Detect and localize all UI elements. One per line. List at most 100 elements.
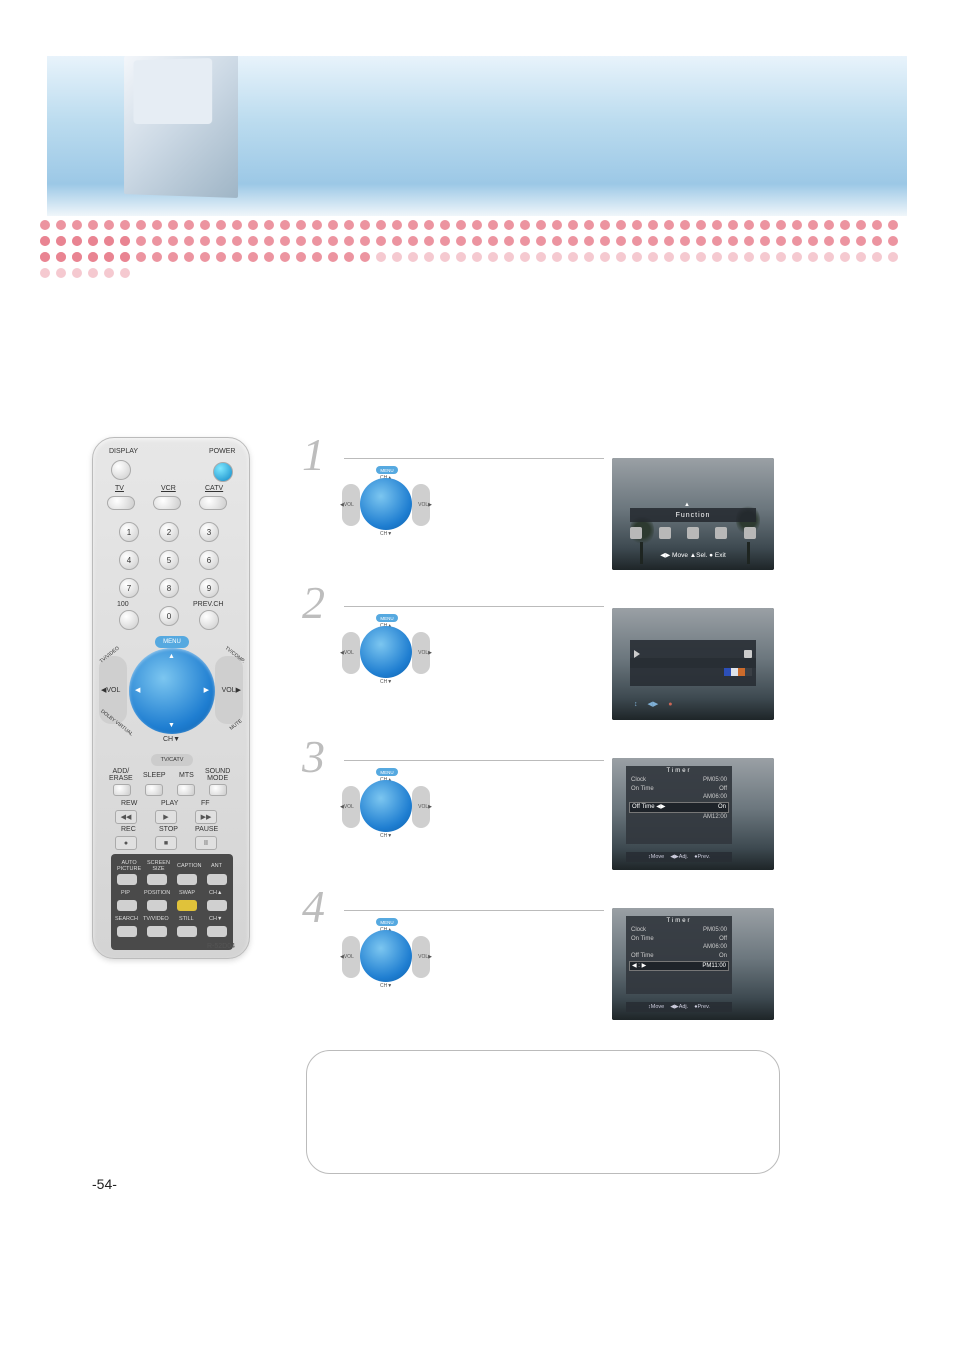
num-6[interactable]: 6 — [199, 550, 219, 570]
mini-voll: ◀VOL — [340, 502, 354, 508]
dot — [616, 252, 626, 262]
dot — [424, 236, 434, 246]
footer-adj: ◀▶Adj. — [670, 854, 688, 860]
label-play: PLAY — [161, 800, 178, 807]
mini-pad-icon — [360, 626, 412, 678]
dot — [856, 236, 866, 246]
osd-title: Function — [630, 508, 756, 522]
tvvideo-button[interactable] — [147, 926, 167, 937]
play-button[interactable]: ▶ — [155, 810, 177, 824]
stop-button[interactable]: ■ — [155, 836, 177, 850]
dot — [584, 252, 594, 262]
ch-down-button[interactable] — [207, 926, 227, 937]
label-still: STILL — [179, 916, 194, 922]
dot — [88, 252, 98, 262]
dot — [488, 220, 498, 230]
swap-button[interactable] — [177, 900, 197, 911]
mts-button[interactable] — [177, 784, 195, 796]
menu-button[interactable]: MENU — [155, 636, 189, 648]
catv-mode-button[interactable] — [199, 496, 227, 510]
dot — [712, 220, 722, 230]
ff-button[interactable]: ▶▶ — [195, 810, 217, 824]
num-2[interactable]: 2 — [159, 522, 179, 542]
dot — [280, 220, 290, 230]
dot — [88, 268, 98, 278]
nav-pad[interactable]: ▲ ▼ ◀ ▶ — [129, 648, 215, 734]
dot — [888, 220, 898, 230]
tv-mode-button[interactable] — [107, 496, 135, 510]
dot — [40, 252, 50, 262]
dot — [776, 252, 786, 262]
num-0[interactable]: 0 — [159, 606, 179, 626]
num-3[interactable]: 3 — [199, 522, 219, 542]
osd-setup-icon — [744, 527, 756, 539]
step-number-3: 3 — [302, 730, 325, 783]
num-1[interactable]: 1 — [119, 522, 139, 542]
ant-button[interactable] — [207, 874, 227, 885]
still-button[interactable] — [177, 926, 197, 937]
dot — [600, 220, 610, 230]
label-pause: PAUSE — [195, 826, 218, 833]
dot — [648, 236, 658, 246]
menu-row-value: Off — [719, 935, 727, 944]
dot — [872, 236, 882, 246]
rec-button[interactable]: ● — [115, 836, 137, 850]
dot — [408, 220, 418, 230]
dot — [408, 252, 418, 262]
search-button[interactable] — [117, 926, 137, 937]
num-4[interactable]: 4 — [119, 550, 139, 570]
vcr-mode-button[interactable] — [153, 496, 181, 510]
caption-button[interactable] — [177, 874, 197, 885]
num-9[interactable]: 9 — [199, 578, 219, 598]
dot — [568, 252, 578, 262]
dot — [248, 220, 258, 230]
pip-button[interactable] — [117, 900, 137, 911]
hundred-button[interactable] — [119, 610, 139, 630]
dot — [456, 252, 466, 262]
footer-move: ↕Move — [648, 854, 664, 860]
prevch-button[interactable] — [199, 610, 219, 630]
dot — [264, 220, 274, 230]
sound-mode-button[interactable] — [209, 784, 227, 796]
dot — [72, 268, 82, 278]
screen-size-button[interactable] — [147, 874, 167, 885]
dot — [280, 252, 290, 262]
label-sleep: SLEEP — [143, 772, 166, 779]
remote-bottom-panel: AUTO PICTURE SCREEN SIZE CAPTION ANT PIP… — [111, 854, 233, 950]
dot — [472, 236, 482, 246]
menu-row-value: PM05:00 — [703, 926, 727, 935]
label-rew: REW — [121, 800, 137, 807]
rew-button[interactable]: ◀◀ — [115, 810, 137, 824]
osd-footer: ◀▶ Move ▲Sel. ● Exit — [622, 546, 764, 564]
dot — [392, 252, 402, 262]
dot — [696, 252, 706, 262]
dot — [40, 268, 50, 278]
dot — [520, 252, 530, 262]
label-cha-bb: CH▲ — [209, 890, 222, 896]
dot — [104, 220, 114, 230]
dot — [776, 220, 786, 230]
tv-icon — [744, 650, 752, 658]
num-7[interactable]: 7 — [119, 578, 139, 598]
num-8[interactable]: 8 — [159, 578, 179, 598]
auto-picture-button[interactable] — [117, 874, 137, 885]
display-button[interactable] — [111, 460, 131, 480]
tvcatv-button[interactable]: TV/CATV — [151, 754, 193, 766]
dot — [104, 236, 114, 246]
dot — [552, 252, 562, 262]
pause-button[interactable]: II — [195, 836, 217, 850]
osd-function-icon — [715, 527, 727, 539]
menu-row-label: Off Time ◀▶ — [632, 803, 665, 812]
position-button[interactable] — [147, 900, 167, 911]
num-5[interactable]: 5 — [159, 550, 179, 570]
dot — [104, 252, 114, 262]
footer-adj: ◀▶Adj. — [670, 1004, 688, 1010]
mini-chv: CH▼ — [380, 679, 392, 685]
add-erase-button[interactable] — [113, 784, 131, 796]
dot — [632, 236, 642, 246]
dot — [616, 236, 626, 246]
ch-up-button[interactable] — [207, 900, 227, 911]
power-button[interactable] — [213, 462, 233, 482]
sleep-button[interactable] — [145, 784, 163, 796]
osd-channel-icon — [687, 527, 699, 539]
